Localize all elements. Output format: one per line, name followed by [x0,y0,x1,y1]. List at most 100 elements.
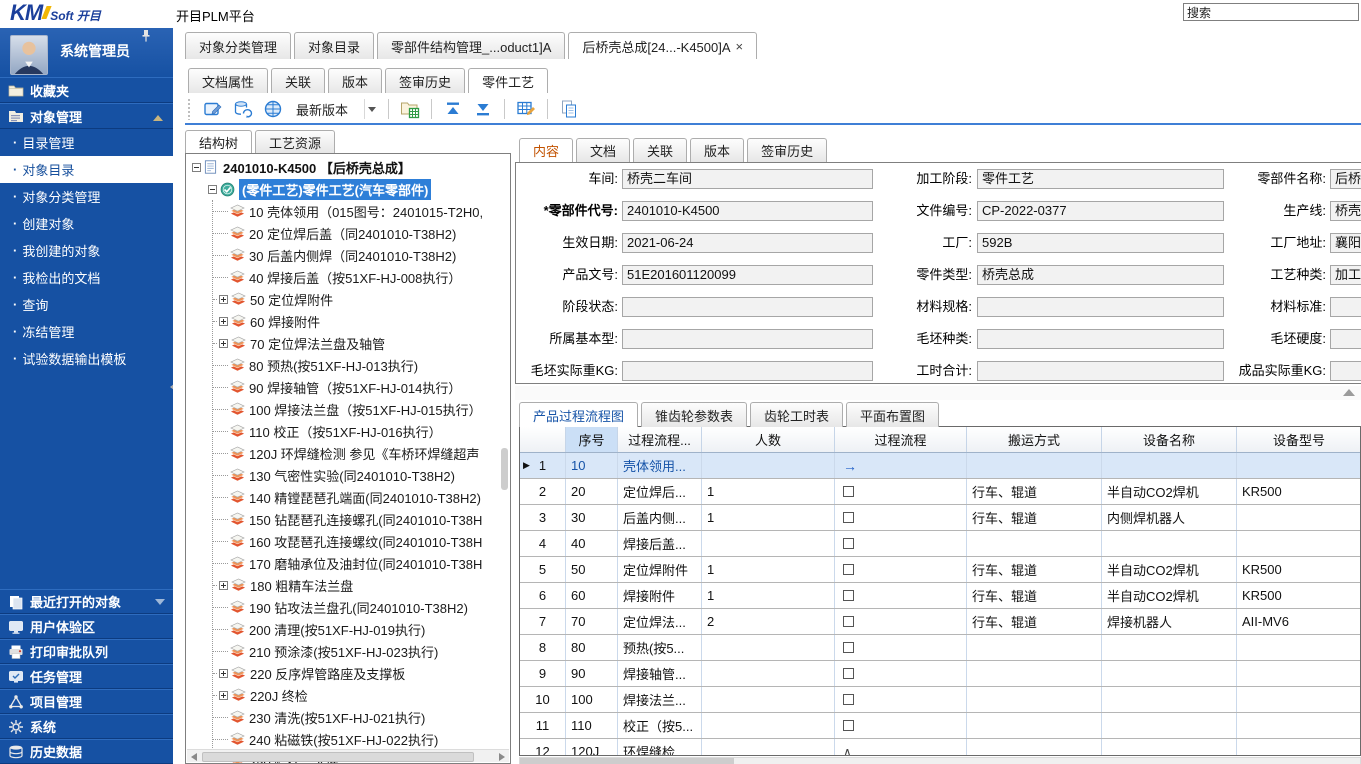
model-cell[interactable] [1237,505,1361,530]
table-scroll-thumb[interactable] [520,758,734,764]
sidebar-section[interactable]: 打印审批队列 [0,639,173,664]
tree-node-operation[interactable]: 180 粗精车法兰盘 [213,574,510,596]
collapse-bottom-button[interactable] [471,97,495,121]
people-cell[interactable] [702,661,835,686]
flow-cell[interactable] [835,635,967,660]
flow-checkbox[interactable] [843,538,854,549]
table-row[interactable]: 880预热(按5... [520,635,1360,661]
section-dropdown-icon[interactable] [155,599,165,605]
flow-checkbox[interactable] [843,590,854,601]
form-field-input[interactable]: 51E201601120099 [622,265,873,285]
table-row[interactable]: 770定位焊法...2行车、辊道焊接机器人AII-MV6 [520,609,1360,635]
form-field-input[interactable] [1330,329,1361,349]
seq-cell[interactable]: 90 [566,661,618,686]
tree-node-operation[interactable]: 220J 终检 [213,684,510,706]
model-cell[interactable]: AII-MV6 [1237,609,1361,634]
tree-node-operation[interactable]: 70 定位焊法兰盘及轴管 [213,332,510,354]
table-column-header[interactable]: 过程流程 [835,427,967,452]
table-row[interactable]: 330后盖内侧...1行车、辊道内侧焊机器人 [520,505,1360,531]
tree-node-operation[interactable]: 140 精镗琵琶孔端面(同2401010-T38H2) [213,486,510,508]
people-cell[interactable]: 1 [702,557,835,582]
global-search-input[interactable] [1183,3,1359,21]
tree-node-operation[interactable]: 170 磨轴承位及油封位(同2401010-T38H [213,552,510,574]
form-field-input[interactable] [977,329,1224,349]
table-row[interactable]: 10100焊接法兰... [520,687,1360,713]
flow-cell[interactable] [835,505,967,530]
model-cell[interactable]: KR500 [1237,557,1361,582]
table-column-header[interactable]: 设备型号 [1237,427,1361,452]
equipment-cell[interactable] [1102,661,1237,686]
equipment-cell[interactable] [1102,531,1237,556]
view-tab[interactable]: 文档属性 [188,68,268,93]
seq-cell[interactable]: 20 [566,479,618,504]
seq-cell[interactable]: 30 [566,505,618,530]
version-dropdown-arrow-icon[interactable] [364,99,378,119]
detail-tab[interactable]: 版本 [690,138,744,162]
document-tab[interactable]: 后桥壳总成[24...-K4500]A× [568,32,757,59]
tree-node-operation[interactable]: 150 钻琵琶孔连接螺孔(同2401010-T38H [213,508,510,530]
transport-cell[interactable]: 行车、辊道 [967,609,1102,634]
sidebar-item[interactable]: 对象分类管理 [0,183,173,210]
table-row[interactable]: 12120J环焊缝检∧ [520,739,1360,756]
tree-node-process[interactable]: (零件工艺)零件工艺(汽车零部件) [190,178,510,200]
model-cell[interactable] [1237,453,1361,478]
operation-cell[interactable]: 后盖内侧... [618,505,702,530]
flow-cell[interactable] [835,609,967,634]
seq-cell[interactable]: 60 [566,583,618,608]
sidebar-item[interactable]: 试验数据输出模板 [0,345,173,372]
equipment-cell[interactable]: 半自动CO2焊机 [1102,557,1237,582]
tree-expander-icon[interactable] [219,581,228,590]
pin-icon[interactable] [141,29,151,42]
sidebar-section[interactable]: 任务管理 [0,664,173,689]
tree-expander-icon[interactable] [219,339,228,348]
form-field-input[interactable]: 2401010-K4500 [622,201,873,221]
flow-cell[interactable] [835,687,967,712]
form-field-input[interactable] [977,361,1224,381]
people-cell[interactable] [702,531,835,556]
version-selector[interactable]: 最新版本 [292,99,378,119]
people-cell[interactable]: 1 [702,583,835,608]
equipment-cell[interactable]: 半自动CO2焊机 [1102,479,1237,504]
sidebar-item[interactable]: 创建对象 [0,210,173,237]
sidebar-section[interactable]: 收藏夹 [0,77,173,103]
sidebar-item[interactable]: 查询 [0,291,173,318]
table-row[interactable]: 220定位焊后...1行车、辊道半自动CO2焊机KR500 [520,479,1360,505]
row-selector-cell[interactable]: ▶1 [520,453,566,478]
seq-cell[interactable]: 10 [566,453,618,478]
model-cell[interactable] [1237,739,1361,756]
sidebar-section[interactable]: 最近打开的对象 [0,589,173,614]
operation-cell[interactable]: 焊接附件 [618,583,702,608]
operation-cell[interactable]: 定位焊后... [618,479,702,504]
tree-node-operation[interactable]: 200 清理(按51XF-HJ-019执行) [213,618,510,640]
transport-cell[interactable]: 行车、辊道 [967,505,1102,530]
row-selector-cell[interactable]: 6 [520,583,566,608]
scroll-right-icon[interactable] [499,753,505,761]
bottom-tab[interactable]: 齿轮工时表 [750,402,843,427]
operation-cell[interactable]: 定位焊法... [618,609,702,634]
transport-cell[interactable] [967,531,1102,556]
form-field-input[interactable]: 桥壳二车间 [622,169,873,189]
seq-cell[interactable]: 80 [566,635,618,660]
equipment-cell[interactable] [1102,687,1237,712]
form-field-input[interactable]: 后桥壳 [1330,169,1361,189]
sidebar-item[interactable]: 冻结管理 [0,318,173,345]
tree-node-operation[interactable]: 30 后盖内侧焊（同2401010-T38H2) [213,244,510,266]
sidebar-section[interactable]: 用户体验区 [0,614,173,639]
close-tab-icon[interactable]: × [736,39,744,54]
folder-table-button[interactable] [398,97,422,121]
sidebar-item[interactable]: 我创建的对象 [0,237,173,264]
equipment-cell[interactable] [1102,453,1237,478]
flow-checkbox[interactable] [843,616,854,627]
form-field-input[interactable] [622,297,873,317]
seq-cell[interactable]: 50 [566,557,618,582]
sidebar-section[interactable]: 历史数据 [0,739,173,764]
tree-node-operation[interactable]: 100 焊接法兰盘（按51XF-HJ-015执行） [213,398,510,420]
form-field-input[interactable]: CP-2022-0377 [977,201,1224,221]
transport-cell[interactable] [967,661,1102,686]
flow-checkbox[interactable] [843,642,854,653]
tree-node-operation[interactable]: 220 反序焊管路座及支撑板 [213,662,510,684]
operation-cell[interactable]: 焊接轴管... [618,661,702,686]
tree-node-root[interactable]: 2401010-K4500 【后桥壳总成】 [190,156,510,178]
people-cell[interactable] [702,713,835,738]
transport-cell[interactable] [967,687,1102,712]
